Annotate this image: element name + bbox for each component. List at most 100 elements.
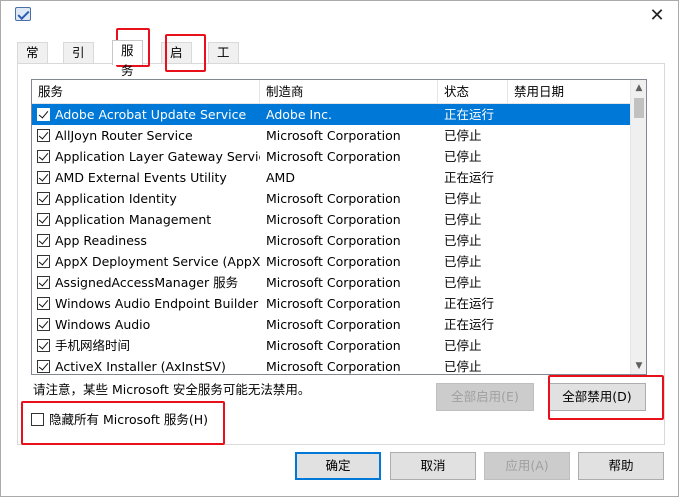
- service-checkbox[interactable]: [37, 213, 50, 226]
- service-checkbox[interactable]: [37, 276, 50, 289]
- scroll-down-icon[interactable]: ▼: [631, 358, 646, 374]
- service-disabled-date: [514, 251, 624, 272]
- column-manufacturer[interactable]: 制造商: [260, 80, 438, 104]
- table-row[interactable]: Windows Audio Endpoint Builder Microsoft …: [32, 293, 630, 314]
- table-row[interactable]: Application Identity Microsoft Corporatio…: [32, 188, 630, 209]
- tab-boot[interactable]: 引导: [63, 42, 94, 80]
- tab-tools[interactable]: 工具: [208, 42, 239, 80]
- tab-general[interactable]: 常规: [17, 42, 48, 80]
- service-status: 已停止: [444, 359, 482, 374]
- service-checkbox[interactable]: [37, 297, 50, 310]
- cancel-button[interactable]: 取消: [390, 452, 476, 480]
- service-checkbox[interactable]: [37, 150, 50, 163]
- scroll-thumb[interactable]: [634, 98, 644, 118]
- service-name: AssignedAccessManager 服务: [55, 275, 239, 290]
- service-status: 已停止: [444, 254, 482, 269]
- table-row[interactable]: AssignedAccessManager 服务 Microsoft Corpor…: [32, 272, 630, 293]
- table-row[interactable]: App Readiness Microsoft Corporation 已停止: [32, 230, 630, 251]
- column-service[interactable]: 服务: [32, 80, 260, 104]
- service-checkbox[interactable]: [37, 129, 50, 142]
- enable-all-button[interactable]: 全部启用(E): [436, 383, 534, 411]
- vertical-scrollbar[interactable]: ▲ ▼: [630, 80, 646, 374]
- service-name: ActiveX Installer (AxInstSV): [55, 359, 226, 374]
- service-manufacturer: Microsoft Corporation: [266, 254, 401, 269]
- service-disabled-date: [514, 230, 624, 251]
- service-checkbox[interactable]: [37, 318, 50, 331]
- service-status: 正在运行: [444, 170, 495, 185]
- service-checkbox[interactable]: [37, 108, 50, 121]
- security-note: 请注意，某些 Microsoft 安全服务可能无法禁用。: [33, 382, 311, 397]
- service-disabled-date: [514, 314, 624, 335]
- table-row[interactable]: Windows Audio Microsoft Corporation 正在运行: [32, 314, 630, 335]
- highlight-hide-ms: [21, 401, 225, 445]
- service-checkbox[interactable]: [37, 192, 50, 205]
- service-manufacturer: AMD: [266, 170, 295, 185]
- service-manufacturer: Microsoft Corporation: [266, 317, 401, 332]
- msconfig-window: ✕ 常规 引导 服务 启动 工具 服务 制造商 状态 禁用日期 Adobe Ac…: [0, 0, 679, 497]
- service-disabled-date: [514, 356, 624, 374]
- service-manufacturer: Microsoft Corporation: [266, 296, 401, 311]
- table-row[interactable]: AllJoyn Router Service Microsoft Corporat…: [32, 125, 630, 146]
- service-manufacturer: Microsoft Corporation: [266, 233, 401, 248]
- service-manufacturer: Microsoft Corporation: [266, 338, 401, 353]
- table-row[interactable]: ActiveX Installer (AxInstSV) Microsoft Co…: [32, 356, 630, 374]
- service-name: Windows Audio: [55, 317, 151, 332]
- services-list[interactable]: 服务 制造商 状态 禁用日期 Adobe Acrobat Update Serv…: [31, 79, 647, 375]
- service-status: 正在运行: [444, 296, 495, 311]
- service-checkbox[interactable]: [37, 339, 50, 352]
- table-row[interactable]: AMD External Events Utility AMD 正在运行: [32, 167, 630, 188]
- apply-button[interactable]: 应用(A): [484, 452, 570, 480]
- help-button[interactable]: 帮助: [578, 452, 664, 480]
- service-manufacturer: Microsoft Corporation: [266, 149, 401, 164]
- service-status: 已停止: [444, 338, 482, 353]
- service-status: 已停止: [444, 212, 482, 227]
- service-rows: Adobe Acrobat Update Service Adobe Inc. 正在…: [32, 104, 630, 374]
- table-row[interactable]: Application Layer Gateway Service Microso…: [32, 146, 630, 167]
- service-name: Application Layer Gateway Service: [55, 149, 260, 164]
- service-name: App Readiness: [55, 233, 147, 248]
- title-bar: ✕: [1, 1, 678, 33]
- service-checkbox[interactable]: [37, 171, 50, 184]
- system-config-icon: [15, 7, 31, 21]
- column-status[interactable]: 状态: [438, 80, 508, 104]
- service-name: Adobe Acrobat Update Service: [55, 107, 247, 122]
- table-row[interactable]: Adobe Acrobat Update Service Adobe Inc. 正在…: [32, 104, 630, 125]
- scroll-up-icon[interactable]: ▲: [631, 80, 646, 96]
- service-disabled-date: [514, 188, 624, 209]
- tab-services[interactable]: 服务: [112, 40, 143, 78]
- service-name: Windows Audio Endpoint Builder: [55, 296, 259, 311]
- service-disabled-date: [514, 125, 624, 146]
- service-manufacturer: Microsoft Corporation: [266, 128, 401, 143]
- table-row[interactable]: Application Management Microsoft Corporat…: [32, 209, 630, 230]
- table-row[interactable]: 手机网络时间 Microsoft Corporation 已停止: [32, 335, 630, 356]
- close-button[interactable]: ✕: [639, 3, 675, 29]
- service-status: 已停止: [444, 191, 482, 206]
- ok-button[interactable]: 确定: [295, 452, 381, 480]
- service-disabled-date: [514, 293, 624, 314]
- service-name: 手机网络时间: [55, 338, 131, 353]
- service-status: 已停止: [444, 149, 482, 164]
- service-manufacturer: Microsoft Corporation: [266, 212, 401, 227]
- service-manufacturer: Microsoft Corporation: [266, 191, 401, 206]
- service-disabled-date: [514, 104, 624, 125]
- service-checkbox[interactable]: [37, 255, 50, 268]
- service-disabled-date: [514, 146, 624, 167]
- service-status: 正在运行: [444, 317, 495, 332]
- service-status: 已停止: [444, 128, 482, 143]
- service-checkbox[interactable]: [37, 234, 50, 247]
- service-disabled-date: [514, 209, 624, 230]
- list-header: 服务 制造商 状态 禁用日期: [32, 80, 630, 104]
- table-row[interactable]: AppX Deployment Service (AppX... Microsof…: [32, 251, 630, 272]
- service-checkbox[interactable]: [37, 360, 50, 373]
- service-name: AllJoyn Router Service: [55, 128, 193, 143]
- service-status: 正在运行: [444, 107, 495, 122]
- service-manufacturer: Adobe Inc.: [266, 107, 332, 122]
- service-disabled-date: [514, 167, 624, 188]
- service-disabled-date: [514, 335, 624, 356]
- column-disabled-date[interactable]: 禁用日期: [508, 80, 630, 104]
- highlight-startup-tab: [165, 34, 206, 72]
- service-name: Application Management: [55, 212, 212, 227]
- service-disabled-date: [514, 272, 624, 293]
- service-name: Application Identity: [55, 191, 177, 206]
- service-manufacturer: Microsoft Corporation: [266, 275, 401, 290]
